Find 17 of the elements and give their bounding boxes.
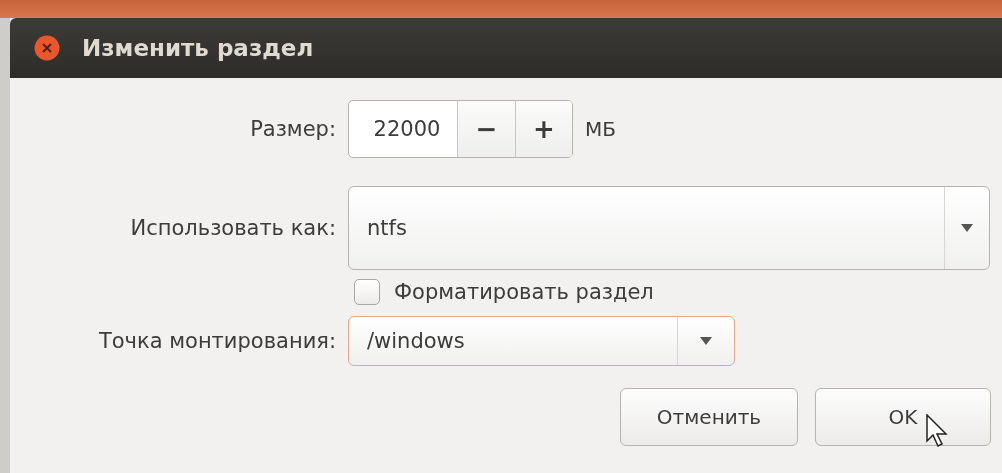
dropdown-arrow-icon [961, 224, 973, 232]
field-label: Использовать как: [130, 215, 336, 242]
field-label: Размер: [250, 117, 336, 141]
field-label: Точка монтирования: [98, 329, 336, 353]
format-checkbox[interactable]: Форматировать раздел [348, 279, 654, 305]
mount-point-dropdown[interactable]: /windows [348, 316, 735, 366]
filesystem-dropdown[interactable]: ntfs [348, 186, 990, 270]
unit-label: МБ [585, 117, 616, 141]
ok-button[interactable]: OK [815, 388, 991, 446]
size-spinbox[interactable]: 22000 − + [348, 100, 573, 158]
close-icon[interactable] [34, 35, 60, 61]
decrement-button[interactable]: − [458, 101, 515, 157]
cancel-button[interactable]: Отменить [620, 388, 798, 446]
dropdown-arrow-icon [700, 337, 712, 345]
mouse-pointer-icon [926, 414, 950, 448]
window-title: Изменить раздел [82, 35, 314, 61]
increment-button[interactable]: + [515, 101, 572, 157]
